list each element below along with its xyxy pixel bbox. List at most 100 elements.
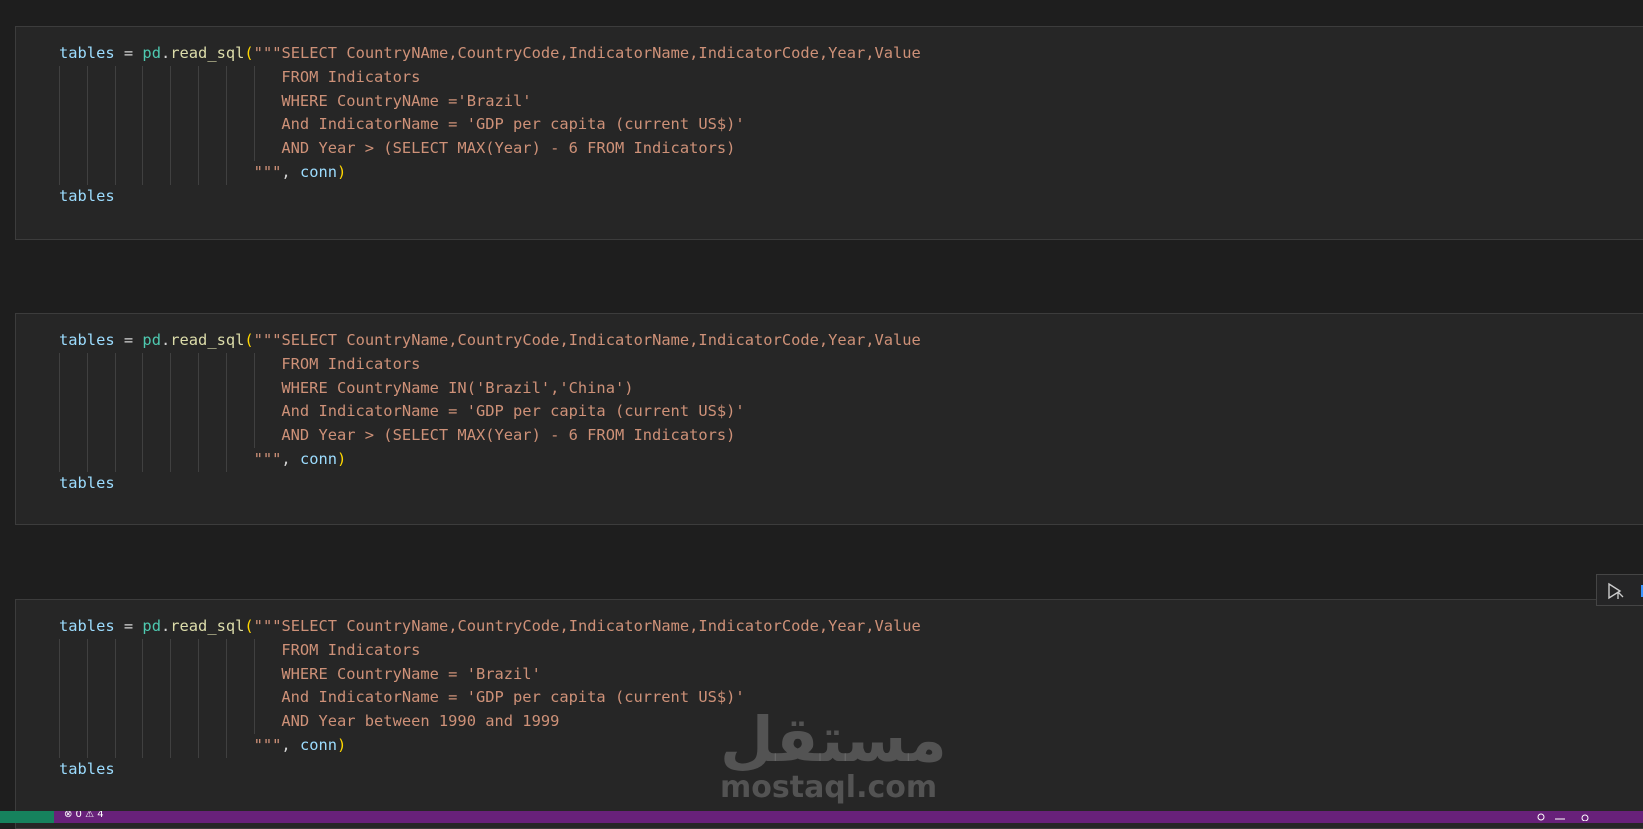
code-token: WHERE CountryName IN('Brazil','China') xyxy=(59,378,634,397)
code-token: AND Year > (SELECT MAX(Year) - 6 FROM In… xyxy=(59,426,736,445)
code-token: = xyxy=(114,44,143,62)
code-token: tables xyxy=(59,473,115,492)
code-token: WHERE CountryNAme ='Brazil' xyxy=(59,91,532,110)
code-token: FROM Indicators xyxy=(59,640,421,659)
indent-guide xyxy=(225,639,227,758)
code-line[interactable]: tables xyxy=(59,185,921,209)
code-token: AND Year > (SELECT MAX(Year) - 6 FROM In… xyxy=(59,139,736,158)
ellipsis-icon xyxy=(1641,585,1643,597)
code-token: pd xyxy=(142,331,161,349)
code-token: conn xyxy=(299,735,338,754)
code-token: ) xyxy=(337,449,347,468)
feedback-icon xyxy=(1537,813,1589,822)
indent-guide xyxy=(142,639,144,758)
indent-guide xyxy=(253,639,255,735)
code-line[interactable]: FROM Indicators xyxy=(59,353,921,377)
code-token: tables xyxy=(59,186,115,205)
indent-guide xyxy=(59,66,60,185)
code-token: tables xyxy=(59,617,115,635)
indent-guide xyxy=(253,353,255,449)
indent-guide xyxy=(253,66,255,162)
code-line[interactable]: FROM Indicators xyxy=(59,639,921,663)
code-token: tables xyxy=(59,44,115,62)
code-token: tables xyxy=(59,331,115,349)
code-editor[interactable]: tables = pd.read_sql("""SELECT CountryNa… xyxy=(59,329,921,496)
code-token: ( xyxy=(244,617,254,635)
watermark-logo: مستقل mostaql.com xyxy=(720,708,947,808)
code-token: = xyxy=(114,331,143,349)
cell-toolbar xyxy=(1596,574,1643,606)
code-cell-2[interactable]: tables = pd.read_sql("""SELECT CountryNa… xyxy=(15,313,1643,525)
code-line[interactable]: tables = pd.read_sql("""SELECT CountryNA… xyxy=(59,42,921,66)
code-token: And IndicatorName = 'GDP per capita (cur… xyxy=(59,115,745,134)
code-token: pd xyxy=(142,44,161,62)
problems-indicator[interactable]: ⊗ 0 ⚠ 4 xyxy=(64,811,104,820)
status-right-icons[interactable] xyxy=(1535,811,1595,823)
code-line[interactable]: FROM Indicators xyxy=(59,66,921,90)
indent-guide xyxy=(86,639,88,758)
code-token: ( xyxy=(244,331,254,349)
code-token: , xyxy=(281,735,300,754)
code-token: . xyxy=(160,44,171,62)
code-token: read_sql xyxy=(170,331,245,349)
run-by-line-button[interactable] xyxy=(1605,581,1627,601)
indent-guide xyxy=(170,66,172,185)
code-line[interactable]: WHERE CountryName IN('Brazil','China') xyxy=(59,377,921,401)
code-line[interactable]: AND Year > (SELECT MAX(Year) - 6 FROM In… xyxy=(59,137,921,161)
indent-guide xyxy=(114,639,116,758)
code-token: And IndicatorName = 'GDP per capita (cur… xyxy=(59,402,745,421)
code-editor[interactable]: tables = pd.read_sql("""SELECT CountryNA… xyxy=(59,42,921,209)
code-token: """SELECT CountryName,CountryCode,Indica… xyxy=(253,331,921,349)
indent-guide xyxy=(86,353,88,472)
indent-guide xyxy=(225,66,227,185)
code-token: conn xyxy=(299,162,338,181)
code-token: """SELECT CountryName,CountryCode,Indica… xyxy=(253,617,921,635)
indent-guide xyxy=(59,353,60,472)
code-token: , xyxy=(281,449,300,468)
code-token: ( xyxy=(244,44,254,62)
indent-guide xyxy=(142,66,144,185)
indent-guide xyxy=(198,353,200,472)
indent-guide xyxy=(198,66,200,185)
run-by-line-icon xyxy=(1608,582,1624,600)
code-line[interactable]: WHERE CountryName = 'Brazil' xyxy=(59,663,921,687)
indent-guide xyxy=(142,353,144,472)
code-token: tables xyxy=(59,759,115,778)
code-token: , xyxy=(281,162,300,181)
code-token: FROM Indicators xyxy=(59,67,421,86)
more-actions-button[interactable] xyxy=(1639,581,1643,601)
remote-indicator[interactable] xyxy=(0,811,54,823)
code-line[interactable]: tables = pd.read_sql("""SELECT CountryNa… xyxy=(59,615,921,639)
code-token: FROM Indicators xyxy=(59,354,421,373)
code-line[interactable]: AND Year > (SELECT MAX(Year) - 6 FROM In… xyxy=(59,424,921,448)
code-token: conn xyxy=(299,449,338,468)
watermark-latin: mostaql.com xyxy=(720,770,938,805)
indent-guide xyxy=(198,639,200,758)
code-token: And IndicatorName = 'GDP per capita (cur… xyxy=(59,688,745,707)
code-line[interactable]: And IndicatorName = 'GDP per capita (cur… xyxy=(59,400,921,424)
code-token: . xyxy=(160,617,171,635)
code-line[interactable]: tables = pd.read_sql("""SELECT CountryNa… xyxy=(59,329,921,353)
code-token: pd xyxy=(142,617,161,635)
code-token: ) xyxy=(337,162,347,181)
code-token: ) xyxy=(337,735,347,754)
indent-guide xyxy=(170,353,172,472)
indent-guide xyxy=(114,353,116,472)
indent-guide xyxy=(86,66,88,185)
indent-guide xyxy=(114,66,116,185)
code-line[interactable]: WHERE CountryNAme ='Brazil' xyxy=(59,90,921,114)
code-line[interactable]: """, conn) xyxy=(59,448,921,472)
code-token: read_sql xyxy=(170,617,245,635)
code-line[interactable]: """, conn) xyxy=(59,161,921,185)
indent-guide xyxy=(59,639,60,758)
code-token: = xyxy=(114,617,143,635)
code-token: AND Year between 1990 and 1999 xyxy=(59,712,560,731)
code-token: """SELECT CountryNAme,CountryCode,Indica… xyxy=(253,44,921,62)
status-bar: ⊗ 0 ⚠ 4 xyxy=(0,811,1643,823)
code-line[interactable]: And IndicatorName = 'GDP per capita (cur… xyxy=(59,113,921,137)
indent-guide xyxy=(225,353,227,472)
code-line[interactable]: tables xyxy=(59,472,921,496)
code-cell-1[interactable]: tables = pd.read_sql("""SELECT CountryNA… xyxy=(15,26,1643,240)
code-token: . xyxy=(160,331,171,349)
code-token: WHERE CountryName = 'Brazil' xyxy=(59,664,541,683)
